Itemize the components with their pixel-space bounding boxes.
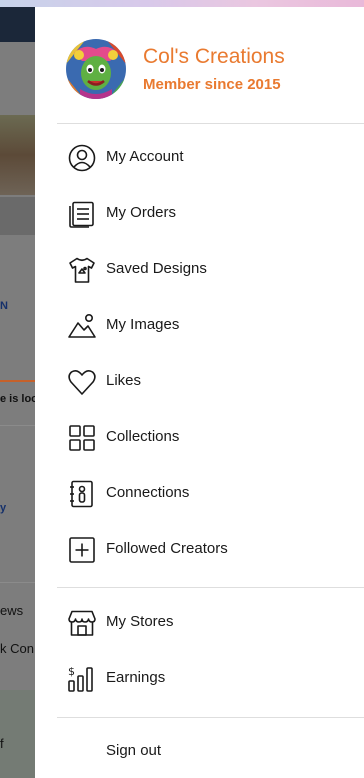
menu-item-my-stores[interactable]: My Stores (35, 596, 364, 652)
menu-item-label: Followed Creators (106, 540, 228, 557)
background-divider (0, 582, 35, 583)
background-band (0, 197, 35, 235)
avatar[interactable] (66, 39, 126, 99)
background-text: y (0, 502, 7, 514)
background-text: f (0, 736, 4, 751)
svg-text:$: $ (68, 665, 75, 678)
sign-out-label: Sign out (106, 742, 162, 759)
navigation-drawer: Col's Creations Member since 2015 My Acc… (35, 7, 364, 778)
menu-item-my-images[interactable]: My Images (35, 299, 364, 355)
background-orange-line (0, 380, 35, 382)
heart-icon (67, 367, 97, 397)
grid-icon (67, 423, 97, 453)
tshirt-icon (67, 255, 97, 285)
profile-header[interactable]: Col's Creations Member since 2015 (66, 39, 364, 101)
background-page-overlay[interactable]: N e is lool y ews k Con f (0, 7, 35, 778)
background-thumbnail (0, 115, 35, 195)
menu-item-my-orders[interactable]: My Orders (35, 187, 364, 243)
storefront-icon (67, 608, 97, 638)
menu-item-followed-creators[interactable]: Followed Creators (35, 523, 364, 579)
divider (57, 587, 364, 588)
sign-out-button[interactable]: Sign out (35, 725, 364, 778)
menu-item-earnings[interactable]: $ Earnings (35, 652, 364, 708)
top-gradient-strip (0, 0, 364, 7)
background-bottom-image: f (0, 690, 35, 778)
menu-item-saved-designs[interactable]: Saved Designs (35, 243, 364, 299)
menu-item-label: My Stores (106, 613, 174, 630)
menu-item-connections[interactable]: Connections (35, 467, 364, 523)
menu-item-label: Collections (106, 428, 180, 445)
background-text: e is lool (0, 393, 35, 405)
menu-item-label: Saved Designs (106, 260, 207, 277)
menu-item-label: My Account (106, 148, 184, 165)
menu-item-label: My Orders (106, 204, 177, 221)
menu-item-likes[interactable]: Likes (35, 355, 364, 411)
background-text: N (0, 300, 8, 312)
menu-item-label: Connections (106, 484, 190, 501)
earnings-chart-icon: $ (67, 664, 97, 694)
avatar-image (66, 39, 126, 99)
background-navbar (0, 7, 35, 42)
plus-square-icon (67, 535, 97, 565)
menu-item-my-account[interactable]: My Account (35, 131, 364, 187)
background-text: k Con (0, 641, 34, 656)
background-text: ews (0, 603, 24, 618)
menu-item-label: Earnings (106, 669, 166, 686)
mountain-image-icon (67, 311, 97, 341)
member-since-text: Member since 2015 (143, 76, 281, 93)
contacts-book-icon (67, 479, 97, 509)
user-circle-icon (67, 143, 97, 173)
divider (57, 717, 364, 718)
menu-item-label: Likes (106, 372, 142, 389)
profile-name[interactable]: Col's Creations (143, 45, 285, 69)
orders-list-icon (67, 199, 97, 229)
menu-item-collections[interactable]: Collections (35, 411, 364, 467)
background-divider (0, 425, 35, 426)
divider (57, 123, 364, 124)
menu-item-label: My Images (106, 316, 180, 333)
